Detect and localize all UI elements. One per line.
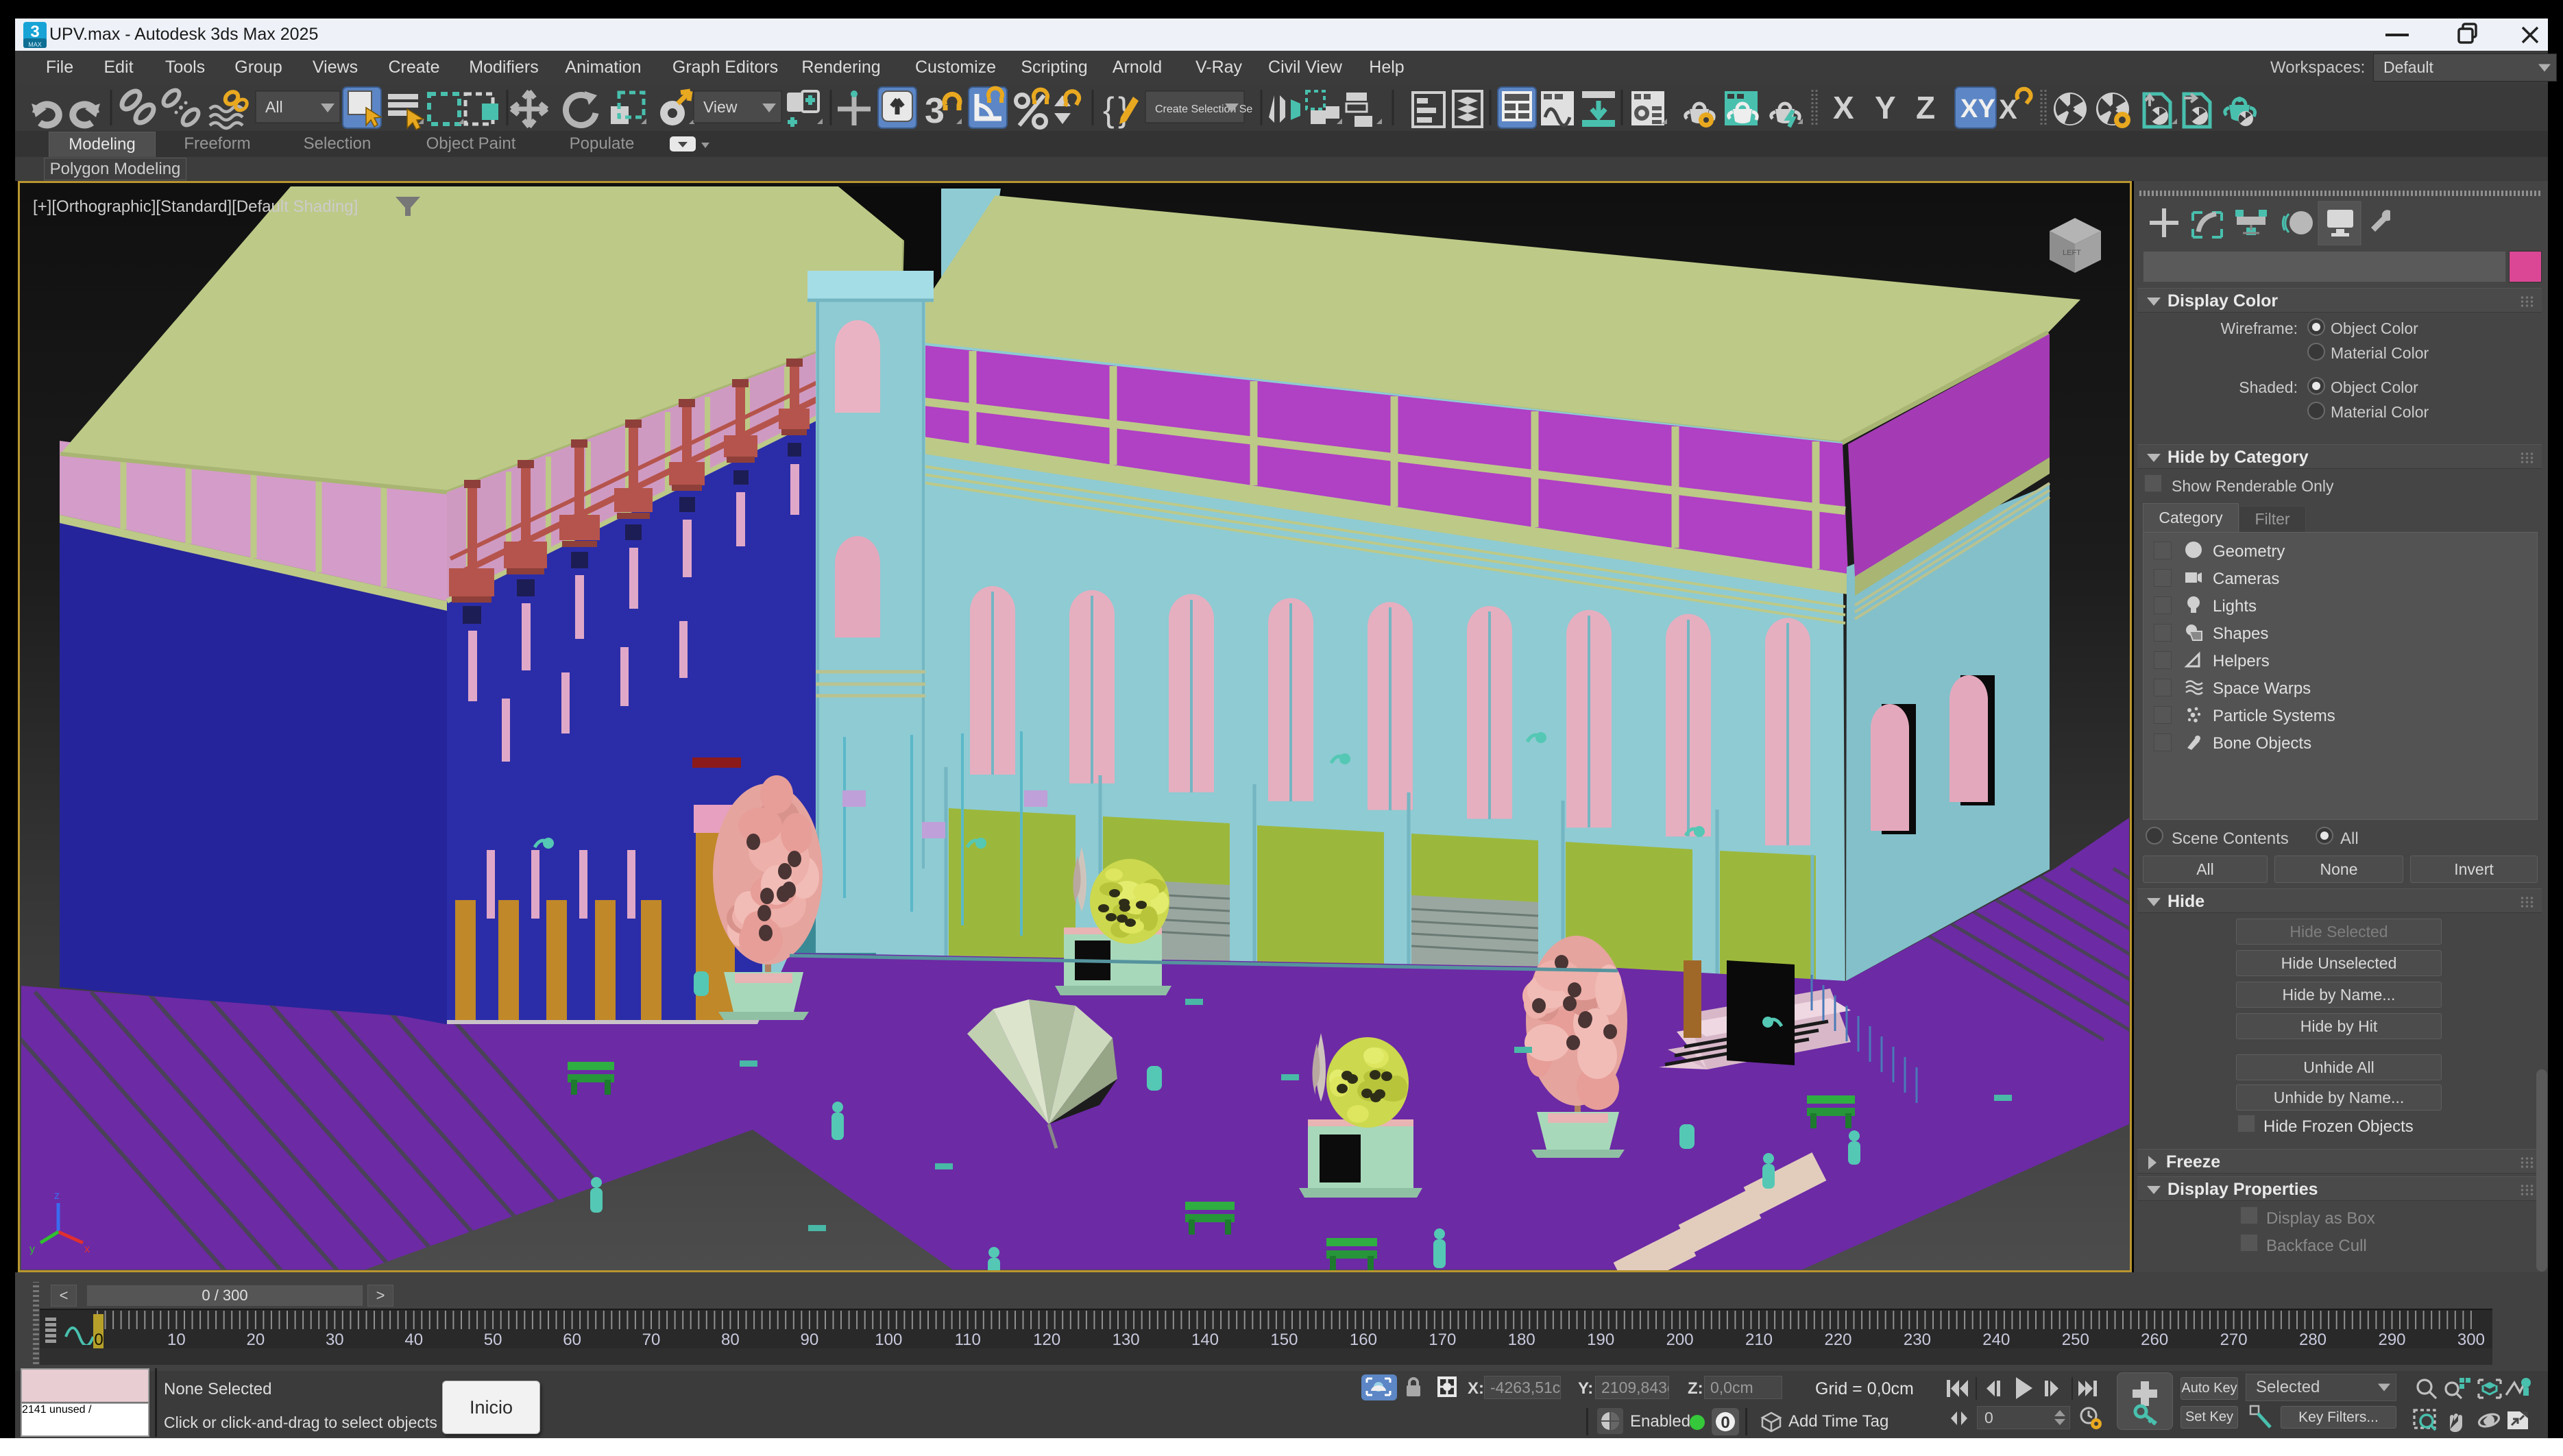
svg-text:140: 140 [1191,1331,1219,1348]
svg-text:z: z [54,1190,60,1202]
svg-text:170: 170 [1429,1331,1456,1348]
svg-text:130: 130 [1113,1331,1140,1348]
svg-text:XY: XY [1960,95,1995,123]
svg-text:120: 120 [1033,1331,1060,1348]
svg-text:240: 240 [1982,1331,2010,1348]
svg-text:20: 20 [247,1331,265,1348]
svg-text:300: 300 [2457,1331,2485,1348]
svg-text:0: 0 [1721,1413,1729,1432]
svg-text:90: 90 [801,1331,819,1348]
svg-text:150: 150 [1270,1331,1298,1348]
svg-text:270: 270 [2220,1331,2248,1348]
svg-text:Z: Z [1916,90,1935,125]
svg-text:3: 3 [925,91,945,131]
svg-text:x: x [84,1243,90,1255]
svg-text:200: 200 [1666,1331,1694,1348]
svg-text:0: 0 [94,1331,103,1348]
svg-text:50: 50 [484,1331,502,1348]
svg-text:[+][Orthographic][Standard][De: [+][Orthographic][Standard][Default Shad… [33,197,358,216]
svg-text:40: 40 [404,1331,423,1348]
svg-text:LEFT: LEFT [2063,249,2081,257]
svg-text:290: 290 [2378,1331,2405,1348]
svg-text:280: 280 [2299,1331,2327,1348]
svg-text:80: 80 [721,1331,740,1348]
svg-text:y: y [29,1243,35,1255]
svg-text:230: 230 [1904,1331,1931,1348]
svg-text:260: 260 [2141,1331,2168,1348]
svg-text:250: 250 [2062,1331,2089,1348]
svg-text:180: 180 [1508,1331,1535,1348]
svg-text:210: 210 [1745,1331,1773,1348]
svg-text:Y: Y [1875,90,1896,125]
svg-text:220: 220 [1824,1331,1851,1348]
svg-text:60: 60 [563,1331,581,1348]
svg-text:All: All [265,98,283,116]
svg-text:160: 160 [1350,1331,1377,1348]
svg-text:110: 110 [955,1331,981,1348]
svg-text:70: 70 [642,1331,661,1348]
svg-text:MAX: MAX [28,41,42,48]
svg-text:100: 100 [875,1331,902,1348]
svg-text:View: View [703,98,738,116]
svg-text:X: X [1833,90,1854,125]
svg-text:190: 190 [1587,1331,1614,1348]
svg-text:10: 10 [167,1331,186,1348]
svg-text:30: 30 [326,1331,344,1348]
svg-text:Create Selection Se: Create Selection Se [1155,104,1252,115]
svg-text:X: X [1999,95,2017,125]
svg-text:3: 3 [30,23,39,41]
svg-text:{: { [1103,90,1115,129]
